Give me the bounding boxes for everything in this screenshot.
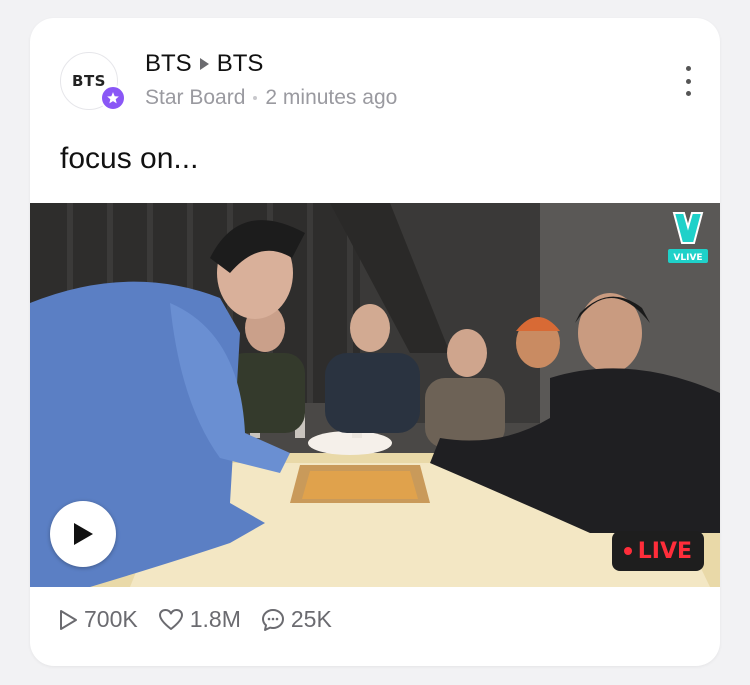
- comment-count[interactable]: 25K: [261, 606, 332, 633]
- comment-icon[interactable]: [261, 608, 285, 632]
- post-text: focus on...: [60, 142, 199, 175]
- like-count-value: 1.8M: [189, 606, 241, 632]
- separator-dot: [253, 96, 258, 100]
- video-scene-image: [30, 203, 720, 587]
- post-stats: 700K 1.8M 25K: [58, 606, 332, 633]
- board-channel-name[interactable]: BTS: [217, 50, 264, 78]
- live-label: LIVE: [637, 538, 692, 564]
- vlive-logo-icon: VLIVE: [666, 209, 710, 265]
- post-card: BTS BTS BTS Star Board 2 minutes ago foc…: [30, 18, 720, 666]
- vlive-label: VLIVE: [673, 253, 702, 263]
- post-time: 2 minutes ago: [265, 86, 398, 109]
- more-vertical-icon[interactable]: [678, 66, 698, 96]
- live-dot: [623, 547, 632, 555]
- arrow-right-icon: [199, 58, 209, 70]
- comment-count-value: 25K: [290, 606, 332, 632]
- play-button[interactable]: [50, 501, 116, 567]
- play-outline-icon: [60, 609, 77, 630]
- play-icon: [74, 523, 93, 545]
- live-badge: LIVE: [611, 531, 704, 571]
- video-thumbnail[interactable]: VLIVE LIVE: [30, 203, 720, 587]
- star-icon: [100, 85, 126, 111]
- channel-line: BTS BTS: [145, 50, 263, 78]
- post-meta: Star Board 2 minutes ago: [145, 86, 397, 110]
- play-count: 700K: [58, 606, 138, 633]
- channel-name[interactable]: BTS: [145, 50, 192, 78]
- play-count-value: 700K: [84, 606, 138, 632]
- board-name[interactable]: Star Board: [145, 86, 245, 110]
- like-count[interactable]: 1.8M: [158, 606, 241, 633]
- post-header: BTS BTS BTS Star Board 2 minutes ago: [30, 18, 720, 128]
- avatar-text: BTS: [72, 72, 106, 90]
- heart-icon[interactable]: [158, 608, 184, 632]
